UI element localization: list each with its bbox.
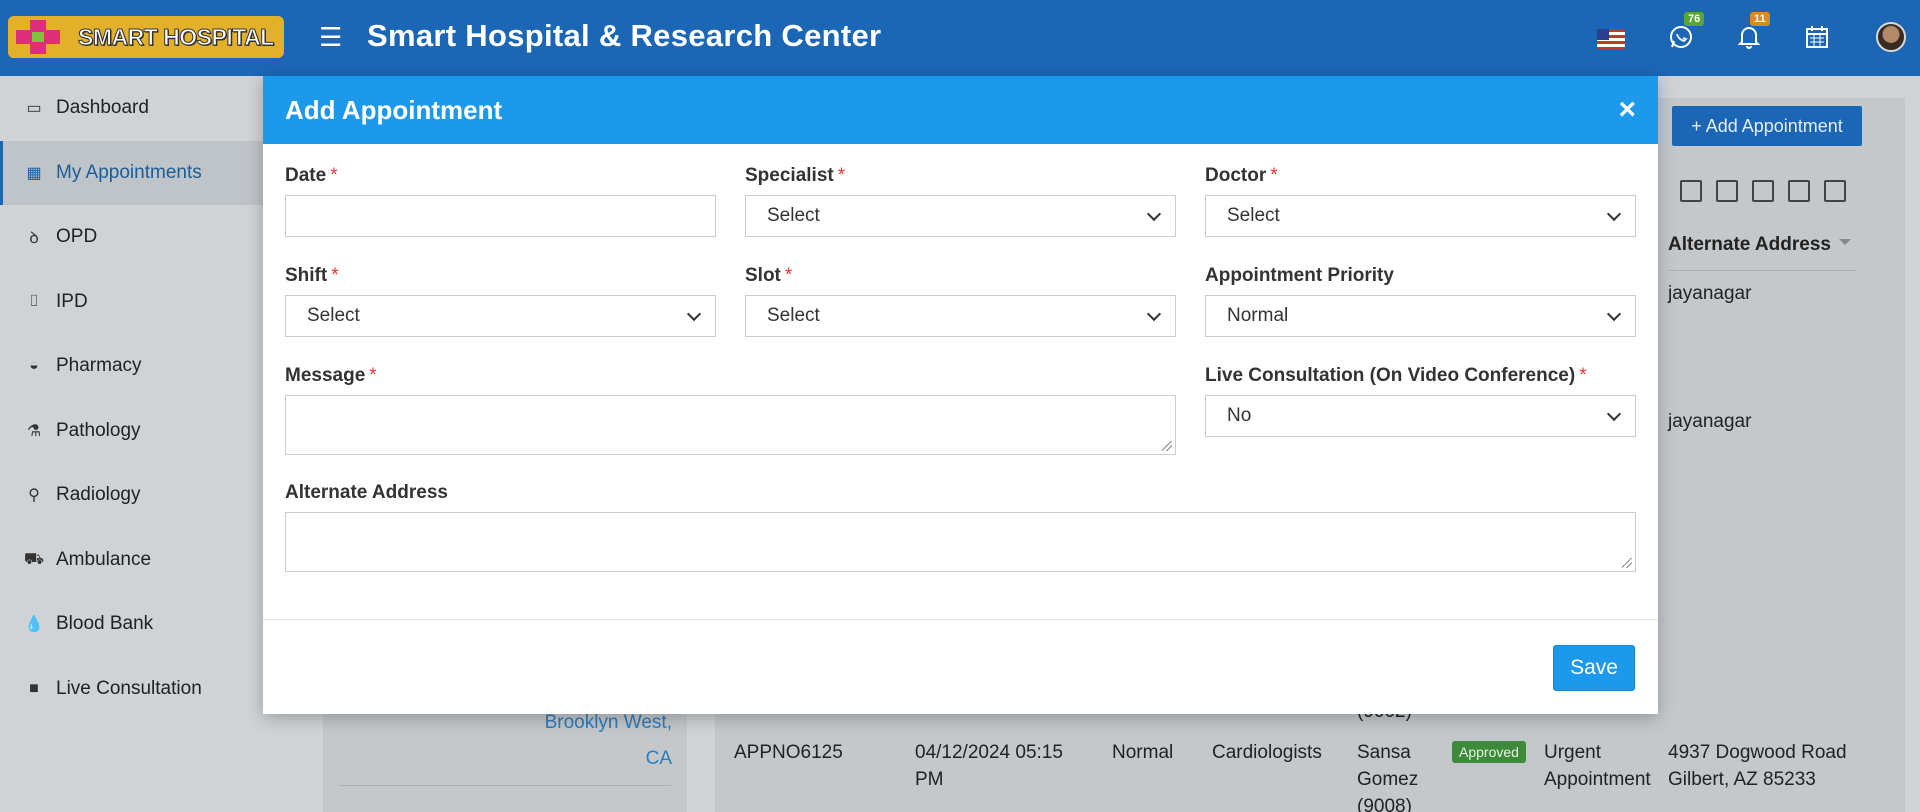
modal-header: Add Appointment × xyxy=(263,76,1658,144)
priority-field-group: Appointment Priority Normal xyxy=(1205,264,1636,338)
live-consultation-select[interactable]: No xyxy=(1205,395,1636,437)
date-input[interactable] xyxy=(285,195,716,237)
label-text: Message xyxy=(285,365,366,386)
label-text: Appointment Priority xyxy=(1205,265,1394,286)
shift-select[interactable]: Select xyxy=(285,295,716,337)
slot-label: Slot * xyxy=(745,264,1176,288)
required-mark: * xyxy=(1579,365,1587,386)
modal-footer: Save xyxy=(263,619,1658,714)
doctor-label: Doctor * xyxy=(1205,164,1636,188)
label-text: Live Consultation (On Video Conference) xyxy=(1205,365,1576,386)
required-mark: * xyxy=(784,265,793,286)
live-consultation-label: Live Consultation (On Video Conference) * xyxy=(1205,364,1636,388)
message-label: Message * xyxy=(285,364,1176,388)
required-mark: * xyxy=(369,365,377,386)
date-label: Date * xyxy=(285,164,716,188)
alternate-address-field-group: Alternate Address xyxy=(285,481,1636,573)
label-text: Date xyxy=(285,165,327,186)
priority-select[interactable]: Normal xyxy=(1205,295,1636,337)
specialist-field-group: Specialist * Select xyxy=(745,164,1176,238)
doctor-select[interactable]: Select xyxy=(1205,195,1636,237)
doctor-field-group: Doctor * Select xyxy=(1205,164,1636,238)
alternate-address-label: Alternate Address xyxy=(285,481,1636,505)
slot-field-group: Slot * Select xyxy=(745,264,1176,338)
label-text: Doctor xyxy=(1205,165,1267,186)
date-field-group: Date * xyxy=(285,164,716,238)
required-mark: * xyxy=(837,165,846,186)
modal-title: Add Appointment xyxy=(285,94,503,125)
shift-field-group: Shift * Select xyxy=(285,264,716,338)
specialist-select[interactable]: Select xyxy=(745,195,1176,237)
slot-select[interactable]: Select xyxy=(745,295,1176,337)
alternate-address-textarea[interactable] xyxy=(285,512,1636,572)
priority-label: Appointment Priority xyxy=(1205,264,1636,288)
label-text: Specialist xyxy=(745,165,834,186)
label-text: Slot xyxy=(745,265,781,286)
required-mark: * xyxy=(1270,165,1278,186)
close-icon[interactable]: × xyxy=(1618,95,1636,125)
message-field-group: Message * xyxy=(285,364,1176,456)
label-text: Alternate Address xyxy=(285,482,448,503)
live-consultation-field-group: Live Consultation (On Video Conference) *… xyxy=(1205,364,1636,438)
save-button[interactable]: Save xyxy=(1553,645,1635,691)
message-textarea[interactable] xyxy=(285,395,1176,455)
label-text: Shift xyxy=(285,265,328,286)
required-mark: * xyxy=(331,265,339,286)
add-appointment-modal: Add Appointment × Date * Specialist * Sele… xyxy=(263,76,1658,714)
shift-label: Shift * xyxy=(285,264,716,288)
required-mark: * xyxy=(330,165,338,186)
modal-body: Date * Specialist * Select Doctor * Select … xyxy=(263,144,1658,622)
specialist-label: Specialist * xyxy=(745,164,1176,188)
